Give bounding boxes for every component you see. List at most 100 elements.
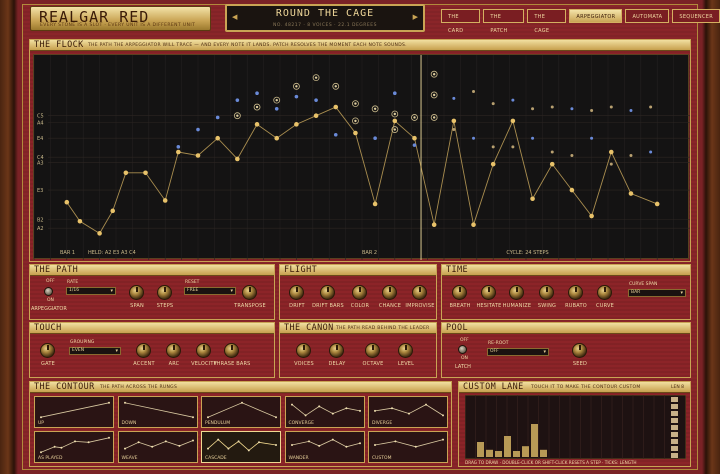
lane-step[interactable] bbox=[531, 424, 538, 457]
contour-diverge[interactable]: DIVERGE bbox=[368, 396, 448, 428]
contour-converge[interactable]: CONVERGE bbox=[284, 396, 365, 428]
path-note[interactable] bbox=[530, 196, 535, 202]
path-note[interactable] bbox=[372, 201, 378, 207]
path-note[interactable] bbox=[392, 118, 398, 124]
path-note[interactable] bbox=[471, 222, 476, 227]
lane-step[interactable] bbox=[540, 449, 547, 457]
path-note[interactable] bbox=[412, 135, 417, 141]
contour-cascade[interactable]: CASCADE bbox=[201, 431, 281, 463]
arp-toggle[interactable] bbox=[44, 287, 53, 296]
path-note[interactable] bbox=[569, 187, 575, 193]
octave-knob[interactable] bbox=[365, 343, 380, 358]
path-note[interactable] bbox=[608, 149, 614, 155]
color-knob[interactable] bbox=[352, 285, 367, 300]
tab-the-card[interactable]: THE CARD bbox=[441, 9, 481, 34]
pitch-label: E4 bbox=[37, 136, 43, 142]
path-note[interactable] bbox=[451, 118, 457, 124]
path-note[interactable] bbox=[333, 104, 339, 110]
phrase-bars-knob[interactable] bbox=[224, 343, 239, 358]
path-note[interactable] bbox=[510, 118, 516, 124]
reroot-select[interactable]: OFF bbox=[487, 348, 549, 356]
reset-select[interactable]: FREE bbox=[184, 287, 236, 295]
spark-dot bbox=[452, 128, 456, 132]
contour-down[interactable]: DOWN bbox=[117, 396, 198, 428]
path-note[interactable] bbox=[628, 191, 634, 196]
path-note[interactable] bbox=[176, 149, 181, 155]
drift-knob[interactable] bbox=[289, 285, 304, 300]
transpose-knob[interactable] bbox=[242, 285, 257, 300]
path-note[interactable] bbox=[490, 161, 496, 167]
path-note[interactable] bbox=[313, 113, 319, 119]
tab-arpeggiator[interactable]: ARPEGGIATOR bbox=[569, 9, 623, 23]
curve-span-select[interactable]: BAR bbox=[628, 289, 686, 297]
velocity-knob[interactable] bbox=[196, 343, 211, 358]
lane-step[interactable] bbox=[495, 451, 502, 457]
arc-knob[interactable] bbox=[166, 343, 181, 358]
flock-graph[interactable]: C5A4E4C4A3E3B2A2BAR 1 HELD: A2 E3 A3 C4 BA… bbox=[33, 55, 691, 260]
path-note[interactable] bbox=[549, 161, 555, 167]
arp-on-label: ON bbox=[47, 298, 54, 303]
voices-knob[interactable] bbox=[296, 343, 311, 358]
path-note[interactable] bbox=[294, 122, 299, 127]
grouping-select[interactable]: EVEN bbox=[69, 347, 121, 355]
tab-automata[interactable]: AUTOMATA bbox=[625, 9, 670, 23]
gate-knob[interactable] bbox=[40, 343, 55, 358]
path-note[interactable] bbox=[195, 153, 201, 158]
chance-knob[interactable] bbox=[382, 285, 397, 300]
next-patch-icon[interactable]: ▶ bbox=[413, 13, 418, 21]
contour-wander[interactable]: WANDER bbox=[284, 431, 365, 463]
humanize-knob[interactable] bbox=[509, 285, 524, 300]
contour-custom[interactable]: CUSTOM bbox=[368, 431, 448, 463]
path-note[interactable] bbox=[97, 231, 102, 236]
path-note[interactable] bbox=[123, 170, 129, 176]
contour-as-played[interactable]: AS PLAYED bbox=[34, 431, 114, 463]
path-note[interactable] bbox=[215, 135, 220, 141]
level-label: LEVEL bbox=[397, 361, 415, 367]
contour-pendulum[interactable]: PENDULUM bbox=[201, 396, 281, 428]
level-knob[interactable] bbox=[398, 343, 413, 358]
tab-the-cage[interactable]: THE CAGE bbox=[527, 9, 567, 34]
path-note[interactable] bbox=[654, 201, 660, 207]
path-note[interactable] bbox=[77, 218, 83, 224]
hesitate-knob[interactable] bbox=[481, 285, 496, 300]
path-note[interactable] bbox=[162, 198, 168, 203]
path-note[interactable] bbox=[235, 156, 240, 162]
voice-dot bbox=[215, 115, 220, 120]
swing-knob[interactable] bbox=[539, 285, 554, 300]
seed-knob[interactable] bbox=[572, 343, 587, 358]
contour-up[interactable]: UP bbox=[34, 396, 114, 428]
contour-weave[interactable]: WEAVE bbox=[117, 431, 198, 463]
tab-the-patch[interactable]: THE PATCH bbox=[483, 9, 525, 34]
breath-knob[interactable] bbox=[452, 285, 467, 300]
span-knob[interactable] bbox=[129, 285, 144, 300]
patch-display[interactable]: ◀ ROUND THE CAGE NO. 48217 · 8 VOICES · … bbox=[225, 4, 425, 32]
flock-plot[interactable]: C5 A4 E4 C4 A3 E3 B2 A2 BAR 1 HELD: A2 E3 A3 C4 BA… bbox=[33, 54, 691, 260]
path-note[interactable] bbox=[274, 135, 280, 141]
reset-label: RESET bbox=[185, 280, 200, 285]
lane-step[interactable] bbox=[504, 436, 511, 457]
accent-knob[interactable] bbox=[136, 343, 151, 358]
drift-bars-knob[interactable] bbox=[320, 285, 335, 300]
lane-step[interactable] bbox=[513, 451, 520, 457]
lane-step[interactable] bbox=[522, 446, 529, 457]
latch-toggle[interactable] bbox=[458, 345, 467, 354]
spark-dot bbox=[649, 105, 653, 109]
rate-select[interactable]: 1/16 bbox=[66, 287, 116, 295]
voice-dot bbox=[176, 145, 181, 149]
path-note[interactable] bbox=[143, 170, 148, 176]
path-note[interactable] bbox=[353, 130, 358, 136]
path-note[interactable] bbox=[589, 213, 594, 219]
improvise-knob[interactable] bbox=[412, 285, 427, 300]
curve-knob[interactable] bbox=[597, 285, 612, 300]
path-note[interactable] bbox=[254, 122, 260, 127]
lane-editor[interactable] bbox=[465, 395, 686, 459]
path-note[interactable] bbox=[64, 199, 70, 205]
tab-sequencer[interactable]: SEQUENCER bbox=[672, 9, 720, 23]
rubato-knob[interactable] bbox=[568, 285, 583, 300]
delay-knob[interactable] bbox=[329, 343, 344, 358]
path-note[interactable] bbox=[431, 222, 437, 227]
steps-knob[interactable] bbox=[157, 285, 172, 300]
path-note[interactable] bbox=[110, 208, 116, 214]
lane-step[interactable] bbox=[486, 449, 493, 457]
lane-step[interactable] bbox=[477, 442, 484, 457]
